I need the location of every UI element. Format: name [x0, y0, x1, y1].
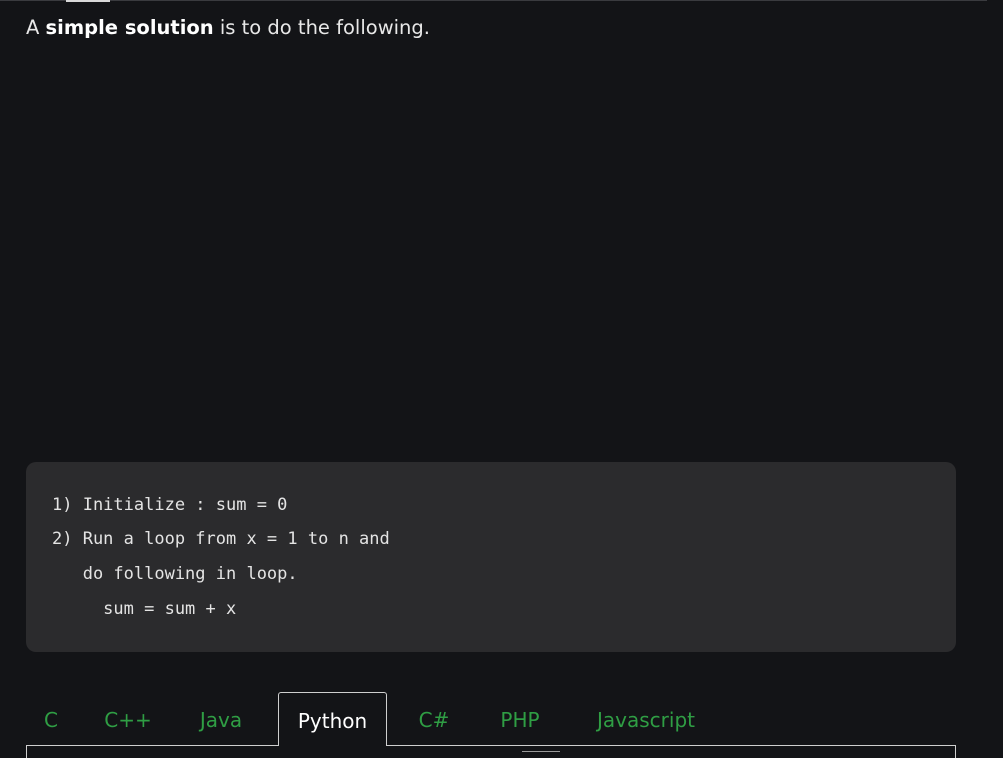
tab-csharp[interactable]: C#	[412, 692, 456, 745]
intro-paragraph: A simple solution is to do the following…	[26, 15, 430, 41]
code-block: 1) Initialize : sum = 0 2) Run a loop fr…	[26, 462, 956, 652]
code-panel	[26, 746, 956, 758]
language-tabs: C C++ Java Python C# PHP Javascript	[26, 692, 956, 746]
code-line-3: do following in loop.	[52, 564, 298, 584]
tab-javascript[interactable]: Javascript	[586, 692, 706, 745]
code-line-2: 2) Run a loop from x = 1 to n and	[52, 529, 390, 549]
tab-cpp[interactable]: C++	[98, 692, 158, 745]
code-line-4: sum = sum + x	[52, 599, 237, 619]
intro-prefix: A	[26, 16, 46, 39]
tab-c[interactable]: C	[36, 692, 66, 745]
top-divider-mark	[66, 0, 110, 2]
code-line-1: 1) Initialize : sum = 0	[52, 495, 288, 515]
tab-php[interactable]: PHP	[490, 692, 550, 745]
tab-java[interactable]: Java	[187, 692, 255, 745]
intro-suffix: is to do the following.	[213, 16, 430, 39]
panel-toolbar-mark	[522, 751, 560, 752]
tab-python[interactable]: Python	[278, 692, 387, 746]
top-divider	[0, 0, 987, 1]
page: A simple solution is to do the following…	[0, 0, 1003, 758]
intro-emphasis: simple solution	[45, 16, 214, 39]
